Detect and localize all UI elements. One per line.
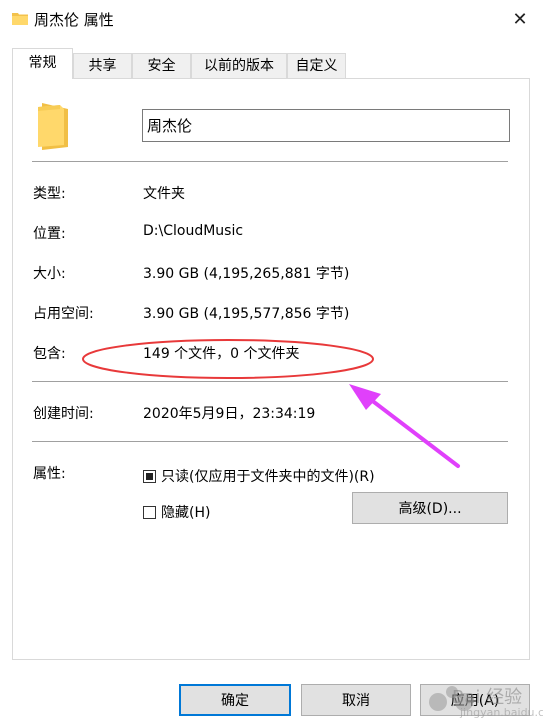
close-button[interactable]: ✕ [497, 0, 543, 38]
type-label: 类型: [33, 186, 66, 202]
location-value: D:\CloudMusic [143, 223, 244, 239]
disk-size-label: 占用空间: [33, 306, 94, 322]
hidden-checkbox-box[interactable] [143, 505, 156, 519]
readonly-checkbox-box[interactable] [143, 469, 156, 483]
close-icon: ✕ [512, 8, 528, 30]
cancel-button[interactable]: 取消 [301, 684, 411, 716]
hidden-checkbox-label: 隐藏(H) [161, 505, 211, 521]
size-value: 3.90 GB (4,195,265,881 字节) [143, 266, 350, 282]
readonly-checkbox-label: 只读(仅应用于文件夹中的文件)(R) [161, 469, 375, 485]
folder-icon [38, 103, 68, 150]
size-label: 大小: [33, 266, 66, 282]
folder-name-input[interactable] [142, 109, 510, 142]
watermark-subtext: jingyan.baidu.com [460, 706, 543, 719]
contains-value: 149 个文件，0 个文件夹 [143, 346, 300, 362]
tab-customize[interactable]: 自定义 [287, 53, 346, 78]
divider [32, 161, 508, 162]
general-panel [12, 78, 530, 660]
tab-sharing[interactable]: 共享 [73, 53, 132, 78]
disk-size-value: 3.90 GB (4,195,577,856 字节) [143, 306, 350, 322]
created-value: 2020年5月9日，23:34:19 [143, 406, 316, 422]
title-bar: 周杰伦 属性 ✕ [0, 0, 543, 38]
tab-previous-versions[interactable]: 以前的版本 [191, 53, 287, 78]
properties-window: 周杰伦 属性 ✕ 常规 共享 安全 以前的版本 自定义 类型: 文件夹 位置: … [0, 0, 543, 728]
created-label: 创建时间: [33, 406, 94, 422]
hidden-checkbox[interactable]: 隐藏(H) [143, 502, 210, 522]
location-label: 位置: [33, 226, 66, 242]
attributes-label: 属性: [33, 466, 66, 482]
advanced-button[interactable]: 高级(D)... [352, 492, 508, 524]
divider [32, 381, 508, 382]
ok-button[interactable]: 确定 [179, 684, 291, 716]
folder-icon [12, 13, 28, 25]
divider [32, 441, 508, 442]
readonly-checkbox[interactable]: 只读(仅应用于文件夹中的文件)(R) [143, 466, 375, 486]
contains-label: 包含: [33, 346, 66, 362]
tab-security[interactable]: 安全 [132, 53, 191, 78]
type-value: 文件夹 [143, 186, 185, 202]
window-title: 周杰伦 属性 [34, 11, 114, 29]
tab-general[interactable]: 常规 [12, 48, 73, 79]
